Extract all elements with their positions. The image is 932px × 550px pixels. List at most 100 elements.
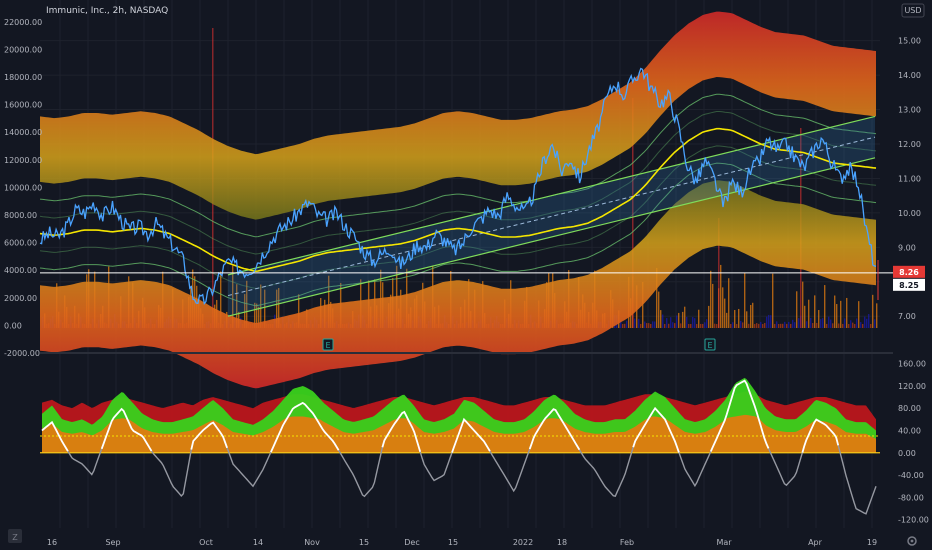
volume-bar (830, 319, 832, 328)
volume-bar (678, 312, 680, 328)
time-axis-tick-label: Feb (620, 538, 634, 547)
volume-bar (854, 324, 856, 328)
right-axis-tick-label: 13.00 (898, 106, 921, 115)
earnings-marker-label: E (325, 341, 330, 350)
earnings-marker[interactable]: E (322, 338, 334, 351)
last-price-label: 8.26 (899, 268, 919, 277)
chart-title: Immunic, Inc., 2h, NASDAQ (46, 6, 168, 16)
volume-bar (730, 323, 732, 328)
time-axis-tick-label: Mar (716, 538, 732, 547)
svg-text:Z: Z (12, 533, 18, 542)
oscillator-axis-tick-label: 160.00 (898, 360, 926, 369)
volume-bar (740, 320, 742, 328)
left-axis-tick-label: 6000.00 (4, 239, 37, 248)
volume-bar (672, 322, 674, 328)
volume-bar (728, 278, 730, 328)
volume-bar (712, 283, 714, 328)
volume-bar (856, 318, 858, 328)
volume-bar (860, 322, 862, 328)
volume-bar (848, 323, 850, 328)
oscillator-axis[interactable]: 160.00 120.00 80.00 40.00 0.00 -40.00 -80.00 -1… (893, 355, 932, 530)
oscillator-axis-tick-label: 0.00 (898, 449, 916, 458)
volume-bar (738, 308, 740, 328)
left-axis-tick-label: 10000.00 (4, 183, 42, 192)
time-axis-tick-label: 14 (253, 538, 263, 547)
volume-bar (704, 322, 706, 328)
volume-bar (652, 321, 654, 328)
volume-bar (874, 319, 876, 328)
volume-bar (788, 321, 790, 328)
volume-bar (744, 272, 746, 328)
oscillator-axis-tick-label: -80.00 (898, 493, 924, 502)
volume-bar (834, 295, 836, 328)
volume-bar (770, 315, 772, 328)
volume-bar (876, 303, 878, 328)
volume-bar (812, 323, 814, 328)
volume-bar (804, 305, 806, 328)
volume-bar (700, 323, 702, 328)
time-axis-tick-label: Nov (304, 538, 320, 547)
volume-bar (676, 315, 678, 328)
volume-bar (780, 323, 782, 328)
volume-bar (654, 321, 656, 328)
left-axis-tick-label: 12000.00 (4, 156, 42, 165)
right-axis[interactable]: 15.0014.0013.0012.0011.0010.009.008.007.… (893, 0, 932, 353)
volume-bar (736, 323, 738, 328)
time-axis-tick-label: Oct (199, 538, 213, 547)
volume-bar (862, 323, 864, 328)
volume-bar (776, 321, 778, 328)
volume-bar (696, 324, 698, 328)
volume-bar (754, 323, 756, 328)
time-axis-tick-label: 19 (867, 538, 877, 547)
oscillator-axis-tick-label: -120.00 (898, 516, 929, 525)
volume-bar (858, 301, 860, 328)
volume-bar (868, 314, 870, 328)
tradingview-logo-icon[interactable]: Z (8, 529, 22, 543)
volume-bar (664, 323, 666, 328)
volume-bar (794, 322, 796, 328)
right-axis-tick-label: 10.00 (898, 209, 921, 218)
volume-bar (710, 270, 712, 328)
volume-bar (734, 310, 736, 328)
volume-bar (742, 322, 744, 328)
time-axis-tick-label: 15 (359, 538, 369, 547)
volume-bar (824, 285, 826, 328)
volume-bar (662, 314, 664, 328)
time-axis-tick-label: Dec (404, 538, 419, 547)
volume-bar (818, 310, 820, 328)
right-axis-tick-label: 7.00 (898, 312, 916, 321)
left-axis-tick-label: 16000.00 (4, 101, 42, 110)
volume-bar (838, 323, 840, 328)
volume-bar (648, 323, 650, 328)
volume-bar (820, 319, 822, 328)
volume-bar (782, 323, 784, 328)
time-axis[interactable]: 16 Sep Oct 14 Nov 15 Dec 15 2022 18 Feb Mar Apr 19 (0, 530, 932, 550)
volume-bar (756, 323, 758, 328)
volume-bar (822, 318, 824, 328)
volume-bar (774, 323, 776, 328)
volume-bar (746, 311, 748, 328)
volume-bar (634, 318, 636, 328)
volume-bar (790, 323, 792, 328)
time-axis-background (0, 530, 932, 550)
volume-bar (708, 305, 710, 328)
close-price-label: 8.25 (899, 281, 919, 290)
volume-bar (638, 318, 640, 328)
volume-bar (674, 323, 676, 328)
volume-bar (796, 291, 798, 328)
left-axis-tick-label: 4000.00 (4, 266, 37, 275)
volume-bar (668, 323, 670, 328)
left-axis-tick-label: 14000.00 (4, 128, 42, 137)
oscillator-pane (40, 377, 880, 515)
volume-bar (850, 320, 852, 328)
volume-bar (650, 323, 652, 328)
volume-bar (688, 323, 690, 328)
left-axis-tick-label: 20000.00 (4, 45, 42, 54)
currency-badge[interactable]: USD (901, 3, 925, 18)
volume-bar (808, 299, 810, 328)
currency-label: USD (904, 6, 921, 15)
volume-bar (762, 323, 764, 328)
earnings-marker[interactable]: E (704, 338, 716, 351)
volume-bar (706, 319, 708, 328)
oscillator-axis-tick-label: 120.00 (898, 382, 926, 391)
